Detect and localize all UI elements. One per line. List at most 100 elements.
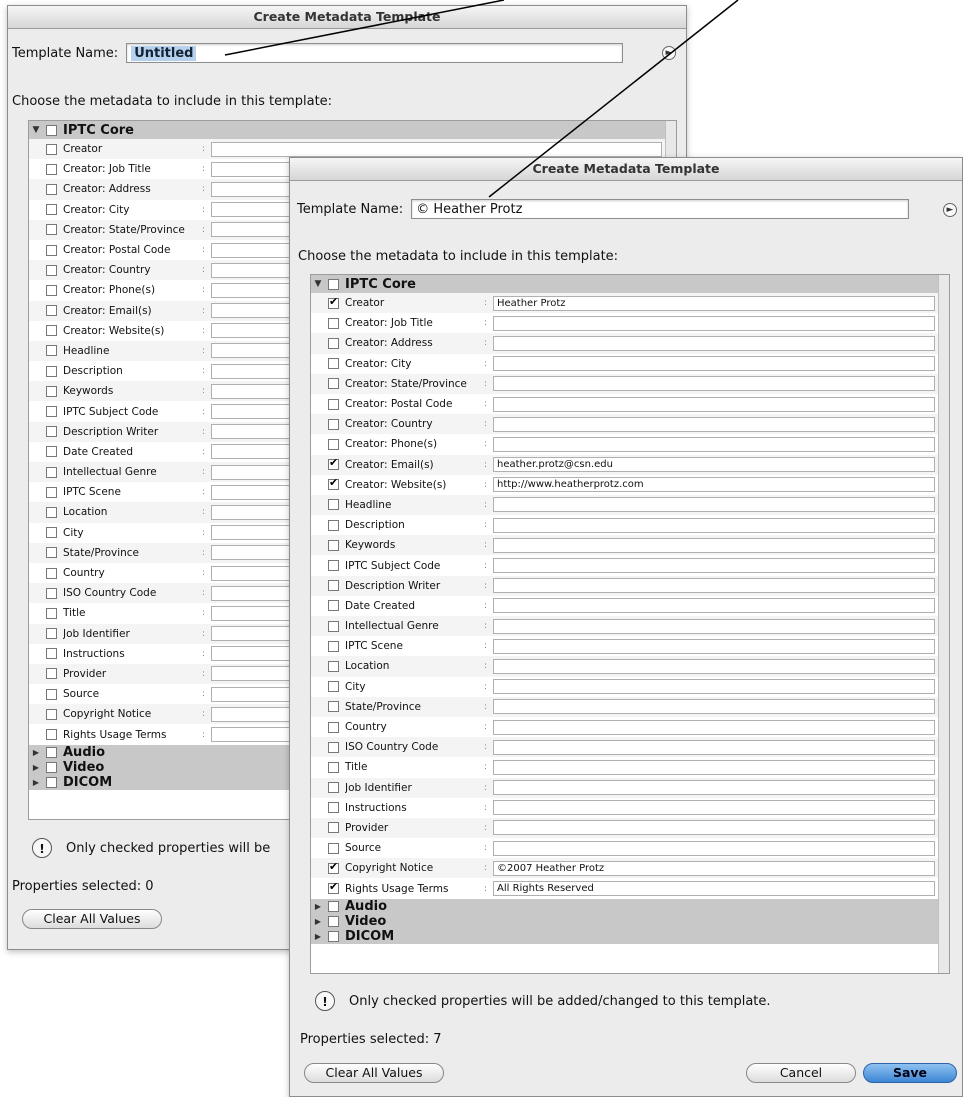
row-checkbox[interactable]	[328, 295, 339, 309]
row-checkbox[interactable]	[328, 761, 339, 773]
row-checkbox[interactable]	[46, 527, 57, 539]
row-checkbox[interactable]	[46, 708, 57, 720]
row-checkbox[interactable]	[46, 668, 57, 680]
disclosure-triangle-icon[interactable]: ▶	[311, 917, 325, 926]
row-checkbox[interactable]	[328, 317, 339, 329]
row-checkbox[interactable]	[328, 721, 339, 733]
row-value-field[interactable]	[493, 537, 935, 553]
row-value-field[interactable]	[493, 578, 935, 594]
options-icon[interactable]: ►	[662, 46, 676, 60]
row-value-field[interactable]	[493, 820, 935, 836]
disclosure-triangle-icon[interactable]: ▶	[29, 748, 43, 757]
row-value-field[interactable]: heather.protz@csn.edu	[493, 457, 935, 473]
row-value-field[interactable]	[493, 598, 935, 614]
row-checkbox[interactable]	[46, 567, 57, 579]
row-value-field[interactable]	[493, 638, 935, 654]
row-checkbox[interactable]	[46, 143, 57, 155]
row-checkbox[interactable]	[46, 365, 57, 377]
row-checkbox[interactable]	[46, 385, 57, 397]
row-checkbox[interactable]	[328, 358, 339, 370]
row-checkbox[interactable]	[328, 880, 339, 895]
row-checkbox[interactable]	[328, 600, 339, 612]
group-checkbox[interactable]	[46, 776, 57, 788]
disclosure-triangle-icon[interactable]: ▼	[311, 279, 325, 289]
template-name-input[interactable]: Untitled	[126, 43, 624, 63]
row-checkbox[interactable]	[328, 620, 339, 632]
row-checkbox[interactable]	[46, 648, 57, 660]
group-iptc-core[interactable]: ▼ IPTC Core	[311, 275, 949, 293]
row-checkbox[interactable]	[46, 628, 57, 640]
row-value-field[interactable]	[493, 436, 935, 452]
clear-all-button[interactable]: Clear All Values	[22, 909, 162, 929]
row-checkbox[interactable]	[46, 284, 57, 296]
row-value-field[interactable]: http://www.heatherprotz.com	[493, 477, 935, 493]
row-checkbox[interactable]	[46, 163, 57, 175]
row-checkbox[interactable]	[46, 486, 57, 498]
row-value-field[interactable]	[493, 396, 935, 412]
row-value-field[interactable]	[493, 739, 935, 755]
disclosure-triangle-icon[interactable]: ▶	[311, 902, 325, 911]
row-checkbox[interactable]	[328, 842, 339, 854]
scrollbar[interactable]	[938, 275, 949, 973]
row-checkbox[interactable]	[328, 539, 339, 551]
row-checkbox[interactable]	[328, 438, 339, 450]
row-value-field[interactable]	[493, 679, 935, 695]
row-checkbox[interactable]	[328, 741, 339, 753]
row-checkbox[interactable]	[46, 547, 57, 559]
group-checkbox[interactable]	[46, 746, 57, 758]
row-checkbox[interactable]	[46, 446, 57, 458]
disclosure-triangle-icon[interactable]: ▶	[29, 778, 43, 787]
group-checkbox[interactable]	[46, 124, 57, 136]
row-checkbox[interactable]	[328, 580, 339, 592]
row-checkbox[interactable]	[328, 701, 339, 713]
row-checkbox[interactable]	[328, 681, 339, 693]
row-checkbox[interactable]	[328, 640, 339, 652]
row-value-field[interactable]	[493, 699, 935, 715]
row-checkbox[interactable]	[328, 476, 339, 491]
row-value-field[interactable]	[493, 497, 935, 513]
row-checkbox[interactable]	[328, 660, 339, 672]
row-value-field[interactable]	[493, 315, 935, 331]
row-value-field[interactable]	[493, 618, 935, 634]
disclosure-triangle-icon[interactable]: ▶	[29, 763, 43, 772]
row-checkbox[interactable]	[328, 418, 339, 430]
group-dicom[interactable]: ▶ DICOM	[311, 928, 949, 944]
row-value-field[interactable]	[493, 780, 935, 796]
row-value-field[interactable]	[493, 376, 935, 392]
row-checkbox[interactable]	[46, 345, 57, 357]
row-value-field[interactable]	[211, 141, 662, 157]
row-checkbox[interactable]	[328, 456, 339, 471]
row-value-field[interactable]	[493, 335, 935, 351]
row-value-field[interactable]: All Rights Reserved	[493, 881, 935, 897]
row-checkbox[interactable]	[328, 519, 339, 531]
row-value-field[interactable]	[493, 658, 935, 674]
group-checkbox[interactable]	[328, 900, 339, 912]
row-checkbox[interactable]	[328, 802, 339, 814]
group-iptc-core[interactable]: ▼ IPTC Core	[29, 121, 676, 139]
row-checkbox[interactable]	[46, 204, 57, 216]
row-value-field[interactable]	[493, 416, 935, 432]
row-checkbox[interactable]	[328, 499, 339, 511]
disclosure-triangle-icon[interactable]: ▼	[29, 125, 43, 135]
row-checkbox[interactable]	[46, 224, 57, 236]
row-value-field[interactable]: Heather Protz	[493, 295, 935, 311]
row-value-field[interactable]	[493, 558, 935, 574]
row-value-field[interactable]	[493, 840, 935, 856]
row-checkbox[interactable]	[46, 264, 57, 276]
row-checkbox[interactable]	[46, 729, 57, 741]
row-checkbox[interactable]	[46, 183, 57, 195]
disclosure-triangle-icon[interactable]: ▶	[311, 932, 325, 941]
group-video[interactable]: ▶ Video	[311, 913, 949, 929]
row-value-field[interactable]	[493, 356, 935, 372]
row-checkbox[interactable]	[328, 822, 339, 834]
group-checkbox[interactable]	[328, 915, 339, 927]
row-value-field[interactable]	[493, 800, 935, 816]
row-checkbox[interactable]	[46, 325, 57, 337]
row-checkbox[interactable]	[46, 305, 57, 317]
row-checkbox[interactable]	[46, 466, 57, 478]
row-checkbox[interactable]	[328, 860, 339, 874]
row-checkbox[interactable]	[46, 607, 57, 619]
row-value-field[interactable]	[493, 719, 935, 735]
row-checkbox[interactable]	[328, 337, 339, 349]
row-checkbox[interactable]	[46, 587, 57, 599]
